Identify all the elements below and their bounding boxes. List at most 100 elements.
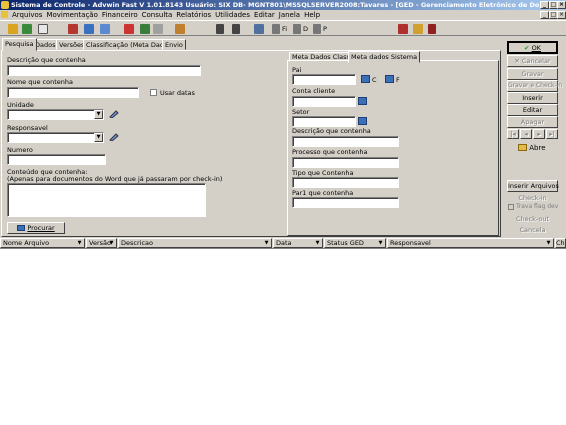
col-descricao[interactable]: Descricao ▼ [118, 238, 272, 248]
folder-fi-icon[interactable] [272, 24, 280, 34]
menu-financeiro[interactable]: Financeiro [100, 10, 140, 20]
col-versao[interactable]: Versão ▼ [86, 238, 117, 248]
trava-label: Trava flag dev [516, 203, 559, 210]
toolbar-p-label: P [323, 25, 327, 33]
chevron-down-icon[interactable]: ▼ [314, 240, 321, 246]
descricao-input[interactable] [7, 65, 201, 76]
abre-link[interactable]: Abre [518, 144, 558, 154]
calendar-f-icon[interactable] [385, 75, 394, 83]
menu-utilidades[interactable]: Utilidades [213, 10, 252, 20]
lookup-icon[interactable] [358, 97, 367, 105]
menu-editar[interactable]: Editar [252, 10, 277, 20]
apagar-button[interactable]: Apagar [507, 116, 558, 128]
menu-help[interactable]: Help [302, 10, 322, 20]
nav-first-button[interactable]: |◂ [507, 129, 519, 139]
eraser-icon[interactable] [109, 133, 119, 142]
tree-icon[interactable] [140, 24, 150, 34]
mdi-minimize-button[interactable]: _ [540, 11, 549, 19]
nome-input[interactable] [7, 87, 139, 98]
calculator-icon[interactable] [398, 24, 408, 34]
chevron-down-icon[interactable]: ▼ [76, 240, 83, 246]
close-button[interactable]: × [557, 1, 566, 9]
cancela-button[interactable]: Cancela [507, 224, 558, 236]
col-nome-arquivo[interactable]: Nome Arquivo ▼ [0, 238, 85, 248]
chevron-down-icon[interactable]: ▼ [94, 133, 103, 142]
mdi-close-button[interactable]: × [557, 11, 566, 19]
tab-meta-sistema[interactable]: Meta dados Sistema [348, 51, 421, 63]
menu-janela[interactable]: Janela [277, 10, 302, 20]
chart-icon[interactable] [84, 24, 94, 34]
meta-descricao-label: Descrição que contenha [292, 127, 371, 135]
nav-next-button[interactable]: ▸ [533, 129, 545, 139]
nome-label: Nome que contenha [7, 78, 73, 86]
usar-datas-label: Usar datas [160, 89, 195, 97]
gravar-button[interactable]: Gravar [507, 68, 558, 80]
tab-pesquisa[interactable]: Pesquisa [2, 38, 37, 51]
folder-p-icon[interactable] [313, 24, 321, 34]
processo-label: Processo que contenha [292, 148, 368, 156]
menu-app-icon[interactable] [0, 10, 10, 20]
nav-last-button[interactable]: ▸| [546, 129, 558, 139]
menu-consulta[interactable]: Consulta [140, 10, 175, 20]
editar-button[interactable]: Editar [507, 104, 558, 116]
minimize-button[interactable]: _ [540, 1, 549, 9]
menu-movimentacao[interactable]: Movimentação [44, 10, 99, 20]
conteudo-textarea[interactable] [7, 183, 206, 217]
col-ch[interactable]: Ch [555, 238, 566, 248]
menu-relatorios[interactable]: Relatórios [174, 10, 213, 20]
processo-input[interactable] [292, 157, 399, 168]
f-label: F [396, 76, 400, 84]
unidade-combo[interactable]: ▼ [7, 109, 104, 120]
report-icon[interactable] [68, 24, 78, 34]
trava-checkbox[interactable] [508, 204, 514, 210]
procurar-button[interactable]: Procurar [7, 222, 65, 234]
inserir-arquivos-button[interactable]: Inserir Arquivos [507, 180, 559, 192]
par1-input[interactable] [292, 197, 399, 208]
col-data[interactable]: Data ▼ [273, 238, 323, 248]
tab-envio[interactable]: Envio [162, 39, 186, 50]
calendar-icon[interactable] [153, 24, 163, 34]
unidade-label: Unidade [7, 101, 34, 109]
cancelar-button[interactable]: ✕ Cancelar [507, 55, 558, 67]
chevron-down-icon[interactable]: ▼ [108, 240, 115, 246]
exit-icon[interactable] [428, 24, 436, 34]
gravar-checkin-button[interactable]: Gravar e Check-in [507, 80, 562, 92]
chevron-down-icon[interactable]: ▼ [94, 110, 103, 119]
files-grid[interactable] [0, 248, 566, 425]
col-responsavel[interactable]: Responsavel ▼ [387, 238, 554, 248]
col-status-ged[interactable]: Status GED ▼ [324, 238, 386, 248]
setor-input[interactable] [292, 116, 356, 127]
tipo-input[interactable] [292, 177, 399, 188]
numero-input[interactable] [7, 154, 106, 165]
send-icon[interactable] [254, 24, 264, 34]
chevron-down-icon[interactable]: ▼ [377, 240, 384, 246]
folder-d-icon[interactable] [293, 24, 301, 34]
responsavel-combo[interactable]: ▼ [7, 132, 104, 143]
grid-icon[interactable] [100, 24, 110, 34]
print-preview-icon[interactable] [232, 24, 240, 34]
printer-icon[interactable] [216, 24, 224, 34]
pai-input[interactable] [292, 74, 356, 85]
lookup-icon[interactable] [358, 117, 367, 125]
chevron-down-icon[interactable]: ▼ [545, 240, 552, 246]
chevron-down-icon[interactable]: ▼ [263, 240, 270, 246]
menu-arquivos[interactable]: Arquivos [10, 10, 44, 20]
folder-icon[interactable] [175, 24, 185, 34]
document-icon[interactable] [22, 24, 32, 34]
conta-cliente-input[interactable] [292, 96, 356, 107]
nav-prev-button[interactable]: ◂ [520, 129, 532, 139]
window-title: Sistema de Controle - Advwin Fast V 1.01… [11, 1, 543, 9]
note-icon[interactable] [413, 24, 423, 34]
search-icon [17, 225, 26, 231]
inserir-button[interactable]: Inserir [507, 92, 558, 104]
car-icon[interactable] [124, 24, 134, 34]
eraser-icon[interactable] [109, 110, 119, 119]
usar-datas-checkbox[interactable] [150, 89, 157, 96]
calendar-c-icon[interactable] [361, 75, 370, 83]
meta-descricao-input[interactable] [292, 136, 399, 147]
toolbar: Fi D P [0, 20, 566, 36]
page-icon[interactable] [38, 24, 48, 34]
cancel-icon: ✕ [514, 57, 520, 65]
person-icon[interactable] [8, 24, 18, 34]
ok-button[interactable]: ✔ OK [507, 41, 558, 54]
